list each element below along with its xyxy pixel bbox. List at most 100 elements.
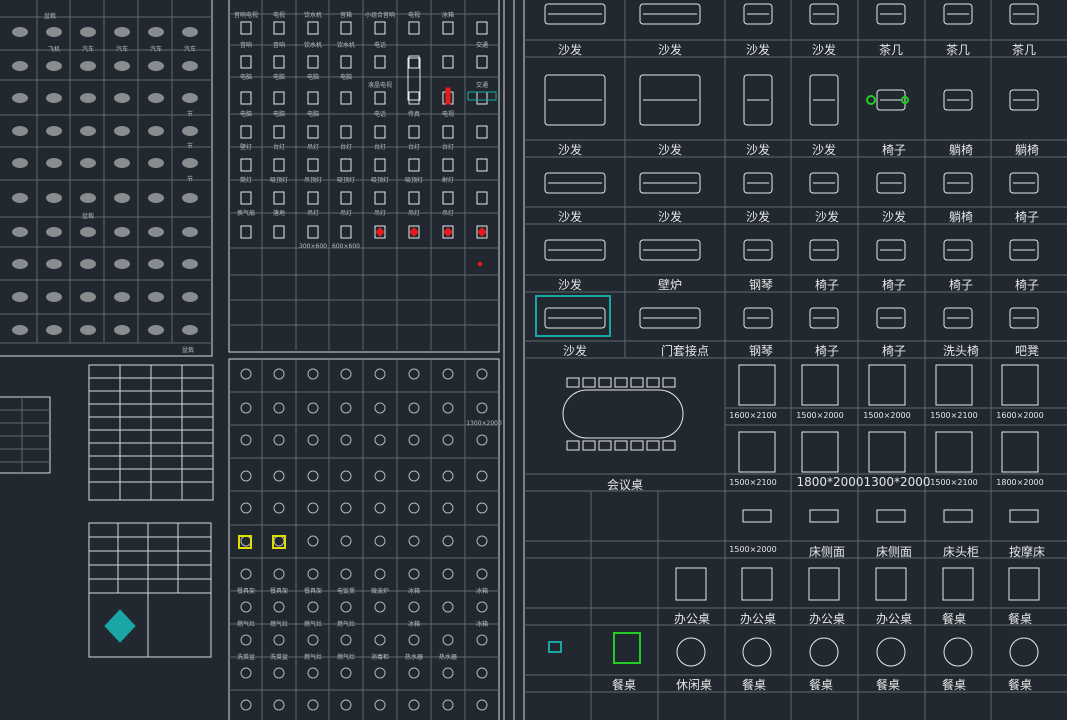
- silhouette-icon: [80, 61, 96, 71]
- silhouette-icon: [46, 193, 62, 203]
- left-row-label: 汽车: [149, 46, 163, 53]
- kitchen-label: 电饭煲: [336, 588, 356, 595]
- furniture-label: 椅子: [881, 143, 907, 157]
- kitchen-label: 冰箱: [475, 588, 489, 595]
- appliance-label: 交通: [475, 42, 489, 49]
- tile-dim-label: 600×600: [332, 243, 360, 250]
- kitchen-label: 洗菜盆: [236, 654, 256, 661]
- lamp-label: 换气扇: [236, 210, 256, 217]
- furniture-label: 休闲桌: [675, 678, 713, 692]
- left-row-label: 汽车: [183, 46, 197, 53]
- furniture-label: 茶几: [878, 43, 904, 57]
- furniture-label: 沙发: [657, 43, 683, 57]
- silhouette-icon: [46, 325, 62, 335]
- silhouette-icon: [114, 158, 130, 168]
- furniture-label: 椅子: [814, 278, 840, 292]
- silhouette-icon: [148, 259, 164, 269]
- furniture-label: 餐桌: [808, 678, 834, 692]
- silhouette-icon: [80, 126, 96, 136]
- appliance-label: 电脑: [272, 74, 286, 81]
- furniture-label: 茶几: [1011, 43, 1037, 57]
- appliance-label: 音响: [239, 42, 253, 49]
- furniture-label: 沙发: [557, 43, 583, 57]
- furniture-label: 床侧面: [808, 545, 846, 559]
- kitchen-label: 冰箱: [407, 621, 421, 628]
- silhouette-icon: [80, 193, 96, 203]
- silhouette-icon: [12, 93, 28, 103]
- meeting-table-label: 会议桌: [606, 478, 644, 492]
- silhouette-icon: [148, 227, 164, 237]
- furniture-label: 床头柜: [942, 545, 980, 559]
- kitchen-label: 燃气灶: [303, 654, 323, 661]
- silhouette-icon: [114, 193, 130, 203]
- silhouette-icon: [12, 27, 28, 37]
- furniture-label: 沙发: [745, 43, 771, 57]
- appliance-header: 饮水机: [303, 12, 323, 19]
- appliance-header: 电视: [272, 12, 286, 19]
- lamp-label: 台灯: [339, 144, 353, 151]
- kitchen-label: 洗菜盆: [269, 654, 289, 661]
- bed-dim-label: 1500×2000: [863, 411, 911, 420]
- silhouette-icon: [12, 292, 28, 302]
- silhouette-icon: [182, 27, 198, 37]
- furniture-label: 椅子: [948, 278, 974, 292]
- silhouette-icon: [148, 93, 164, 103]
- appliance-label: 电视: [441, 111, 455, 118]
- appliance-header: 电视: [407, 12, 421, 19]
- furniture-label: 餐桌: [1007, 678, 1033, 692]
- kitchen-label: 冰箱: [475, 621, 489, 628]
- appliance-label: 电脑: [239, 111, 253, 118]
- furniture-label: 钢琴: [748, 278, 774, 292]
- kitchen-label: 餐具架: [236, 588, 256, 595]
- bed-dim-label: 1500×2100: [729, 478, 777, 487]
- silhouette-icon: [80, 259, 96, 269]
- silhouette-icon: [12, 158, 28, 168]
- lamp-label: 吊灯: [373, 210, 387, 217]
- silhouette-icon: [46, 61, 62, 71]
- silhouette-icon: [182, 93, 198, 103]
- left-row-label: 节: [186, 111, 194, 118]
- silhouette-icon: [80, 27, 96, 37]
- silhouette-icon: [182, 259, 198, 269]
- silhouette-icon: [46, 158, 62, 168]
- silhouette-icon: [12, 61, 28, 71]
- kitchen-label: 燃气灶: [336, 654, 356, 661]
- lamp-label: 落地: [272, 210, 286, 217]
- left-row-label: 节: [186, 176, 194, 183]
- silhouette-icon: [114, 61, 130, 71]
- silhouette-icon: [46, 27, 62, 37]
- appliance-label: 传真: [407, 111, 421, 118]
- lamp-label: 台灯: [441, 144, 455, 151]
- left-row-label: 节: [186, 143, 194, 150]
- furniture-label: 餐桌: [1007, 612, 1033, 626]
- silhouette-icon: [12, 227, 28, 237]
- left-row-label: 盆栽: [81, 213, 95, 220]
- silhouette-icon: [182, 126, 198, 136]
- furniture-label: 洗头椅: [942, 344, 980, 358]
- bed-dim-label: 1600×2000: [996, 411, 1044, 420]
- silhouette-icon: [80, 93, 96, 103]
- left-row-label: 盆栽: [181, 347, 195, 354]
- silhouette-icon: [12, 193, 28, 203]
- furniture-label: 办公桌: [875, 612, 913, 626]
- furniture-label: 餐桌: [941, 612, 967, 626]
- appliance-label: 电话: [373, 42, 387, 49]
- silhouette-icon: [114, 292, 130, 302]
- appliance-label: 饮水机: [303, 42, 323, 49]
- lamp-label: 吊灯: [407, 210, 421, 217]
- silhouette-icon: [12, 126, 28, 136]
- silhouette-icon: [148, 126, 164, 136]
- silhouette-icon: [80, 325, 96, 335]
- left-row-label: 汽车: [115, 46, 129, 53]
- kitchen-label: 燃气灶: [303, 621, 323, 628]
- appliance-label: 电脑: [306, 74, 320, 81]
- furniture-label: 壁炉: [657, 278, 683, 292]
- furniture-label: 吧凳: [1014, 344, 1040, 358]
- bed-dim-label: 1500×2100: [930, 478, 978, 487]
- furniture-label: 躺椅: [948, 143, 974, 157]
- furniture-label: 沙发: [811, 43, 837, 57]
- bed-dim-label: 1500×2100: [930, 411, 978, 420]
- lamp-label: 吊灯: [306, 210, 320, 217]
- silhouette-icon: [148, 193, 164, 203]
- silhouette-icon: [182, 61, 198, 71]
